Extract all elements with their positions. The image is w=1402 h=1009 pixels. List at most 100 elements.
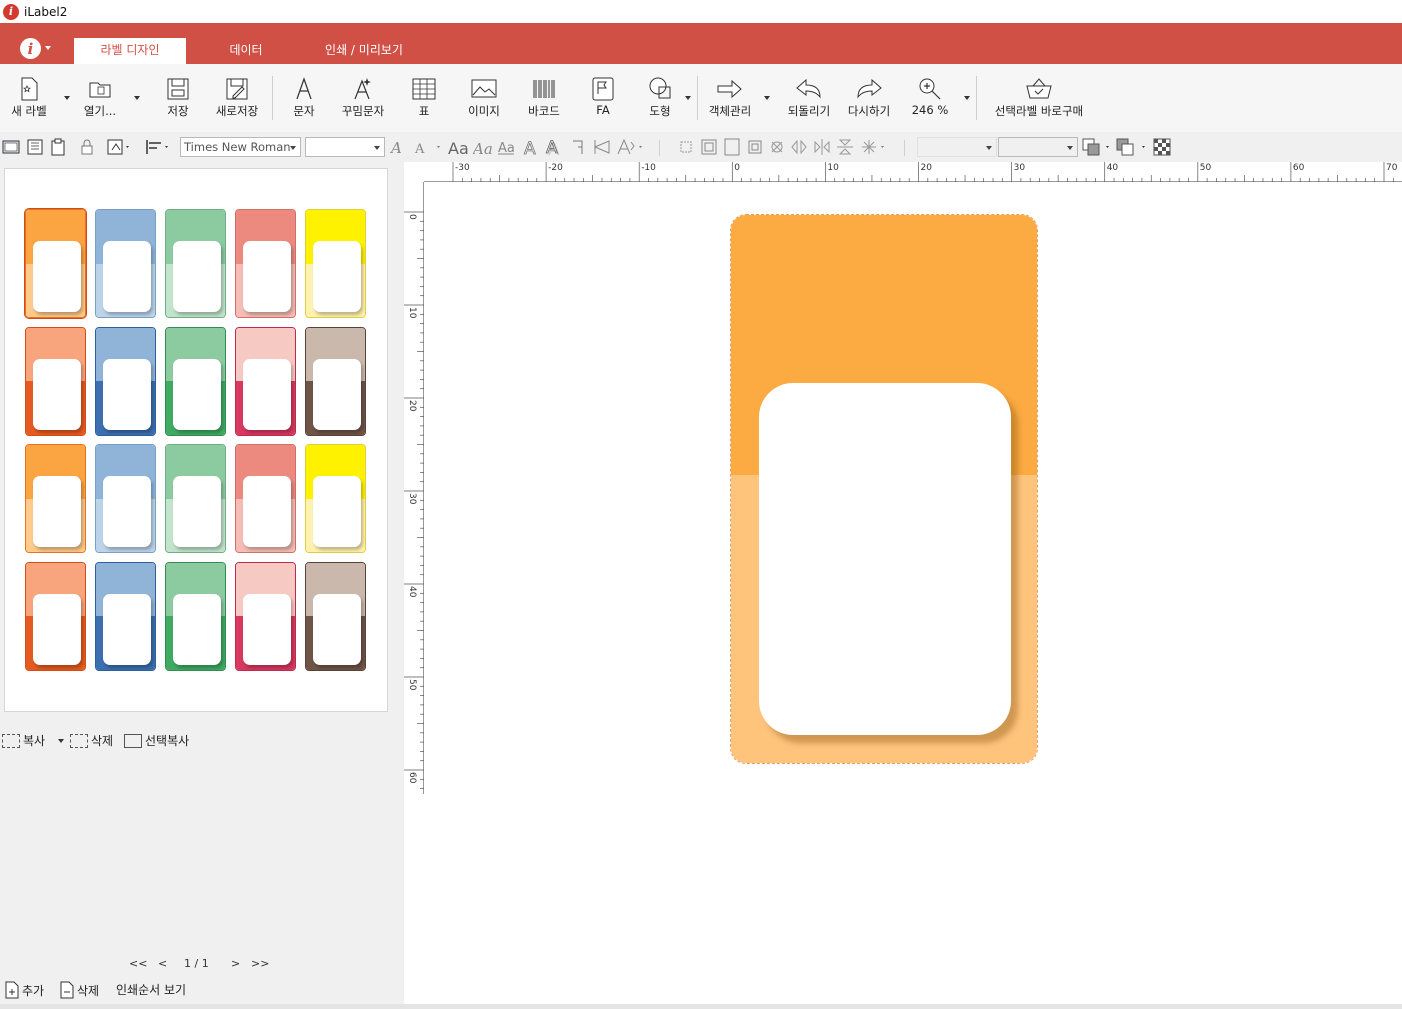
fa-flag-icon xyxy=(592,77,614,101)
zoom-dropdown-icon[interactable] xyxy=(964,96,970,100)
table-button[interactable]: 표 xyxy=(404,74,444,126)
template-thumbnail[interactable] xyxy=(305,209,366,318)
select-copy-button[interactable]: 선택복사 xyxy=(124,732,189,749)
font-underline-icon[interactable]: Aa xyxy=(497,138,517,156)
image-button[interactable]: 이미지 xyxy=(462,74,506,126)
add-page-icon xyxy=(5,981,19,999)
template-thumbnail[interactable] xyxy=(25,326,86,436)
rotate-icon[interactable] xyxy=(768,138,786,156)
template-thumbnail[interactable] xyxy=(95,209,156,318)
arrange-back-icon[interactable] xyxy=(1116,138,1150,156)
font-size-select[interactable] xyxy=(305,137,385,157)
lock-icon[interactable] xyxy=(78,138,96,156)
position-icon[interactable] xyxy=(677,138,695,156)
effects-icon[interactable] xyxy=(860,138,888,156)
label-design[interactable] xyxy=(730,214,1038,764)
tab-label-design[interactable]: 라벨 디자인 xyxy=(74,38,186,64)
template-thumbnail[interactable] xyxy=(25,561,86,671)
font-grow-icon[interactable]: A xyxy=(390,138,410,156)
flip-icon[interactable] xyxy=(790,138,808,156)
copy-dropdown-icon[interactable] xyxy=(58,739,64,743)
template-thumbnail[interactable] xyxy=(25,444,86,553)
template-thumbnail[interactable] xyxy=(305,326,366,436)
label-white-box[interactable] xyxy=(759,383,1011,735)
new-label-dropdown-icon[interactable] xyxy=(64,96,70,100)
inner-frame-icon[interactable] xyxy=(746,138,764,156)
zoom-magnifier-icon xyxy=(919,78,941,100)
clipboard-icon[interactable] xyxy=(49,138,67,156)
font-italic-icon[interactable]: Aa xyxy=(473,138,493,156)
font-case-icon[interactable]: Aa xyxy=(448,138,470,156)
font-family-select[interactable]: Times New Roman xyxy=(180,137,301,157)
text-effect-icon[interactable] xyxy=(616,138,646,156)
text-direction-icon[interactable] xyxy=(592,138,614,156)
text-vertical-icon[interactable] xyxy=(570,138,588,156)
object-manage-dropdown-icon[interactable] xyxy=(764,96,770,100)
object-style-icon[interactable] xyxy=(106,138,132,156)
template-thumbnail[interactable] xyxy=(235,209,296,318)
line-style-select[interactable] xyxy=(917,137,997,157)
font-color-icon[interactable]: A xyxy=(414,138,444,156)
fancy-text-button[interactable]: 꾸밈문자 xyxy=(337,74,389,126)
template-thumbnail[interactable] xyxy=(25,209,86,318)
text-button[interactable]: 문자 xyxy=(284,74,324,126)
zoom-button[interactable]: 246 % xyxy=(908,74,952,126)
template-thumbnail[interactable] xyxy=(165,326,226,436)
template-thumbnail[interactable] xyxy=(305,444,366,553)
info-menu-caret-icon[interactable] xyxy=(45,46,51,50)
ruler-label: 40 xyxy=(1106,163,1119,173)
shape-dropdown-icon[interactable] xyxy=(685,96,691,100)
pager-prev-button[interactable]: < xyxy=(158,957,167,970)
frame-icon[interactable] xyxy=(723,138,741,156)
buy-selected-label-button[interactable]: 선택라벨 바로구매 xyxy=(988,74,1090,126)
info-menu-icon[interactable]: i xyxy=(20,38,41,59)
line-width-select[interactable] xyxy=(998,137,1078,157)
arrange-front-icon[interactable] xyxy=(1082,138,1114,156)
transparency-checker-icon[interactable] xyxy=(1153,138,1171,156)
view-label-icon[interactable] xyxy=(2,138,20,156)
pager-last-button[interactable]: >> xyxy=(251,957,269,970)
template-thumbnail[interactable] xyxy=(95,561,156,671)
print-order-button[interactable]: 인쇄순서 보기 xyxy=(116,981,186,998)
delete-page-button[interactable]: 삭제 xyxy=(60,981,99,999)
template-white-box xyxy=(103,358,151,430)
fa-button[interactable]: FA xyxy=(584,74,622,126)
pager-next-button[interactable]: > xyxy=(231,957,240,970)
save-as-button[interactable]: 새로저장 xyxy=(211,74,263,126)
template-thumbnail[interactable] xyxy=(95,444,156,553)
delete-template-button[interactable]: 삭제 xyxy=(70,732,113,749)
save-button[interactable]: 저장 xyxy=(158,74,198,126)
template-thumbnail[interactable] xyxy=(235,444,296,553)
redo-button[interactable]: 다시하기 xyxy=(842,74,896,126)
copy-button[interactable]: 복사 xyxy=(2,732,45,749)
template-thumbnail[interactable] xyxy=(305,561,366,671)
open-dropdown-icon[interactable] xyxy=(134,96,140,100)
undo-button[interactable]: 되돌리기 xyxy=(782,74,836,126)
panel-splitter[interactable] xyxy=(396,164,404,1004)
template-thumbnail[interactable] xyxy=(165,209,226,318)
tab-data[interactable]: 데이터 xyxy=(205,38,287,64)
new-label-button[interactable]: 새 라벨 xyxy=(6,74,52,126)
shape-button[interactable]: 도형 xyxy=(640,74,680,126)
flip-vertical-icon[interactable] xyxy=(836,138,854,156)
tab-print-preview[interactable]: 인쇄 / 미리보기 xyxy=(305,38,423,64)
font-outline-icon[interactable]: A xyxy=(522,138,540,156)
barcode-button[interactable]: 바코드 xyxy=(522,74,566,126)
mirror-icon[interactable] xyxy=(813,138,831,156)
add-page-button[interactable]: 추가 xyxy=(5,981,44,999)
object-manage-button[interactable]: 객체관리 xyxy=(702,74,758,126)
template-thumbnail[interactable] xyxy=(165,561,226,671)
view-sheet-icon[interactable] xyxy=(26,138,44,156)
align-left-icon[interactable] xyxy=(145,138,171,156)
text-a-icon xyxy=(296,77,312,100)
open-button[interactable]: 열기... xyxy=(78,74,122,126)
template-thumbnail[interactable] xyxy=(95,326,156,436)
svg-text:A: A xyxy=(390,139,402,156)
template-thumbnail[interactable] xyxy=(235,326,296,436)
template-thumbnail[interactable] xyxy=(235,561,296,671)
add-page-label: 추가 xyxy=(22,983,45,998)
template-thumbnail[interactable] xyxy=(165,444,226,553)
font-shadow-icon[interactable]: AA xyxy=(545,138,563,156)
pager-first-button[interactable]: << xyxy=(129,957,147,970)
border-icon[interactable] xyxy=(700,138,718,156)
